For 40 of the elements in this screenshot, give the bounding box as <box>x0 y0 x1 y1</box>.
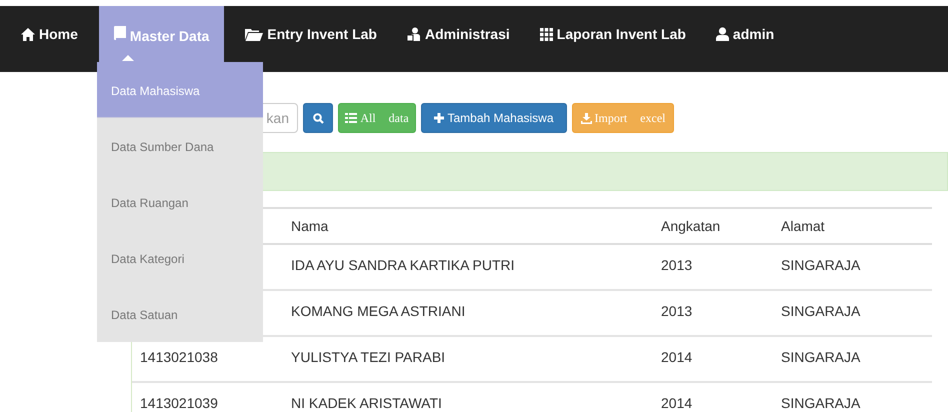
column-header: Alamat <box>781 218 825 234</box>
nav-item[interactable]: Laporan Invent Lab <box>530 6 695 62</box>
dropdown-item[interactable]: Data Ruangan <box>97 174 263 230</box>
column-header: Nama <box>291 218 328 234</box>
dropdown-item[interactable]: Data Mahasiswa <box>97 62 263 118</box>
import-excel-button[interactable]: Import excel <box>572 103 674 133</box>
search-icon <box>312 112 324 124</box>
list-icon <box>345 113 358 123</box>
download-icon <box>580 112 592 124</box>
table-cell: YULISTYA TEZI PARABI <box>291 349 446 365</box>
table-cell: 1413021039 <box>140 395 218 411</box>
book-icon <box>114 26 126 40</box>
add-student-button[interactable]: Tambah Mahasiswa <box>421 103 567 133</box>
nav-item[interactable]: Entry Invent Lab <box>236 6 386 62</box>
table-cell: SINGARAJA <box>781 303 860 319</box>
column-header: Angkatan <box>661 218 720 234</box>
dropdown-item[interactable]: Data Kategori <box>97 230 263 286</box>
person-card-icon <box>406 27 421 41</box>
grid-icon <box>540 28 553 40</box>
table-cell: 2013 <box>661 257 692 273</box>
table-cell: 2014 <box>661 395 692 411</box>
dropdown-item[interactable]: Data Satuan <box>97 286 263 342</box>
plus-icon <box>434 113 444 123</box>
nav-item[interactable]: Home <box>12 6 87 62</box>
table-cell: KOMANG MEGA ASTRIANI <box>291 303 466 319</box>
search-button[interactable] <box>303 103 333 133</box>
table-cell: SINGARAJA <box>781 257 860 273</box>
table-cell: 2014 <box>661 349 692 365</box>
table-cell: SINGARAJA <box>781 395 860 411</box>
table-cell: IDA AYU SANDRA KARTIKA PUTRI <box>291 257 515 273</box>
nav-item[interactable]: Administrasi <box>398 6 519 62</box>
user-icon <box>716 27 729 41</box>
home-icon <box>21 28 35 40</box>
all-data-button[interactable]: All data <box>338 103 416 133</box>
table-cell: SINGARAJA <box>781 349 860 365</box>
table-cell: NI KADEK ARISTAWATI <box>291 395 442 411</box>
folder-icon <box>245 28 264 40</box>
table-cell: 2013 <box>661 303 692 319</box>
table-cell: 1413021038 <box>140 349 218 365</box>
nav-item[interactable]: admin <box>706 6 784 62</box>
